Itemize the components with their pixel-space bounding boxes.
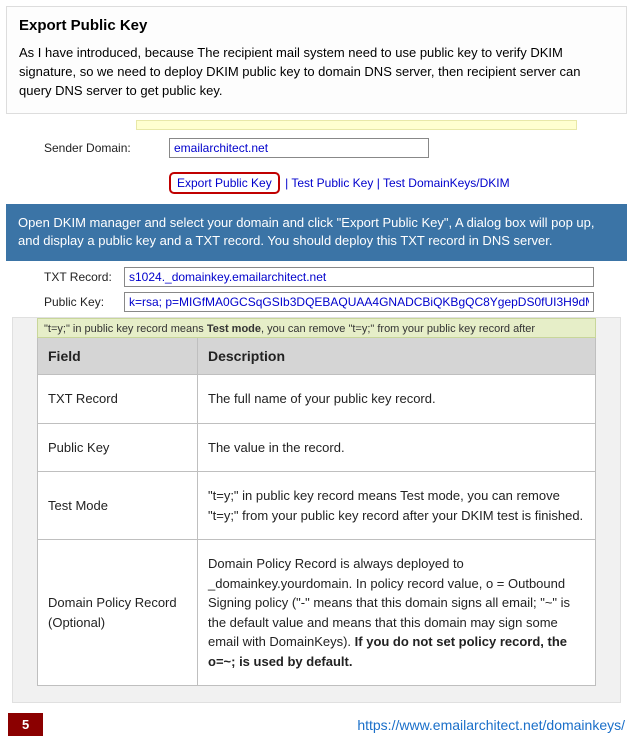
action-links-row: Export Public Key | Test Public Key | Te…: [169, 172, 627, 194]
table-row: Domain Policy Record (Optional) Domain P…: [38, 540, 596, 686]
table-header-row: Field Description: [38, 338, 596, 375]
header-field: Field: [38, 338, 198, 375]
public-key-row: Public Key:: [44, 292, 627, 312]
test-public-key-link[interactable]: Test Public Key: [291, 176, 373, 190]
intro-text: As I have introduced, because The recipi…: [19, 44, 614, 101]
export-public-key-highlight: Export Public Key: [169, 172, 280, 194]
green-suffix: , you can remove "t=y;" from your public…: [261, 323, 535, 335]
public-key-input[interactable]: [124, 292, 594, 312]
txt-record-label: TXT Record:: [44, 270, 124, 284]
table-row: TXT Record The full name of your public …: [38, 375, 596, 424]
footer-url-link[interactable]: https://www.emailarchitect.net/domainkey…: [357, 717, 625, 733]
table-row: Test Mode "t=y;" in public key record me…: [38, 472, 596, 540]
txt-record-input[interactable]: [124, 267, 594, 287]
sender-domain-label: Sender Domain:: [44, 141, 169, 155]
page-number-badge: 5: [8, 713, 43, 736]
cell-desc: The full name of your public key record.: [198, 375, 596, 424]
fields-table: Field Description TXT Record The full na…: [37, 337, 596, 686]
test-domainkeys-dkim-link[interactable]: Test DomainKeys/DKIM: [383, 176, 510, 190]
export-public-key-link[interactable]: Export Public Key: [177, 176, 272, 190]
intro-box: Export Public Key As I have introduced, …: [6, 6, 627, 114]
testmode-note: "t=y;" in public key record means Test m…: [37, 318, 596, 338]
header-description: Description: [198, 338, 596, 375]
cell-field: Test Mode: [38, 472, 198, 540]
cell-field: TXT Record: [38, 375, 198, 424]
cell-desc: The value in the record.: [198, 423, 596, 472]
section-title: Export Public Key: [19, 17, 614, 34]
record-rows: TXT Record: Public Key:: [44, 267, 627, 312]
cell-field: Public Key: [38, 423, 198, 472]
txt-record-row: TXT Record:: [44, 267, 627, 287]
table-wrap: "t=y;" in public key record means Test m…: [12, 317, 621, 703]
table-row: Public Key The value in the record.: [38, 423, 596, 472]
cell-desc: "t=y;" in public key record means Test m…: [198, 472, 596, 540]
cell-field: Domain Policy Record (Optional): [38, 540, 198, 686]
sender-domain-input[interactable]: [169, 138, 429, 158]
footer: 5 https://www.emailarchitect.net/domaink…: [8, 713, 625, 736]
yellow-strip: [136, 120, 577, 130]
green-bold: Test mode: [207, 323, 261, 335]
public-key-label: Public Key:: [44, 295, 124, 309]
pipe-separator: |: [285, 176, 288, 190]
instruction-banner: Open DKIM manager and select your domain…: [6, 204, 627, 262]
sender-domain-row: Sender Domain:: [44, 138, 627, 158]
green-prefix: "t=y;" in public key record means: [44, 323, 207, 335]
cell-desc: Domain Policy Record is always deployed …: [198, 540, 596, 686]
